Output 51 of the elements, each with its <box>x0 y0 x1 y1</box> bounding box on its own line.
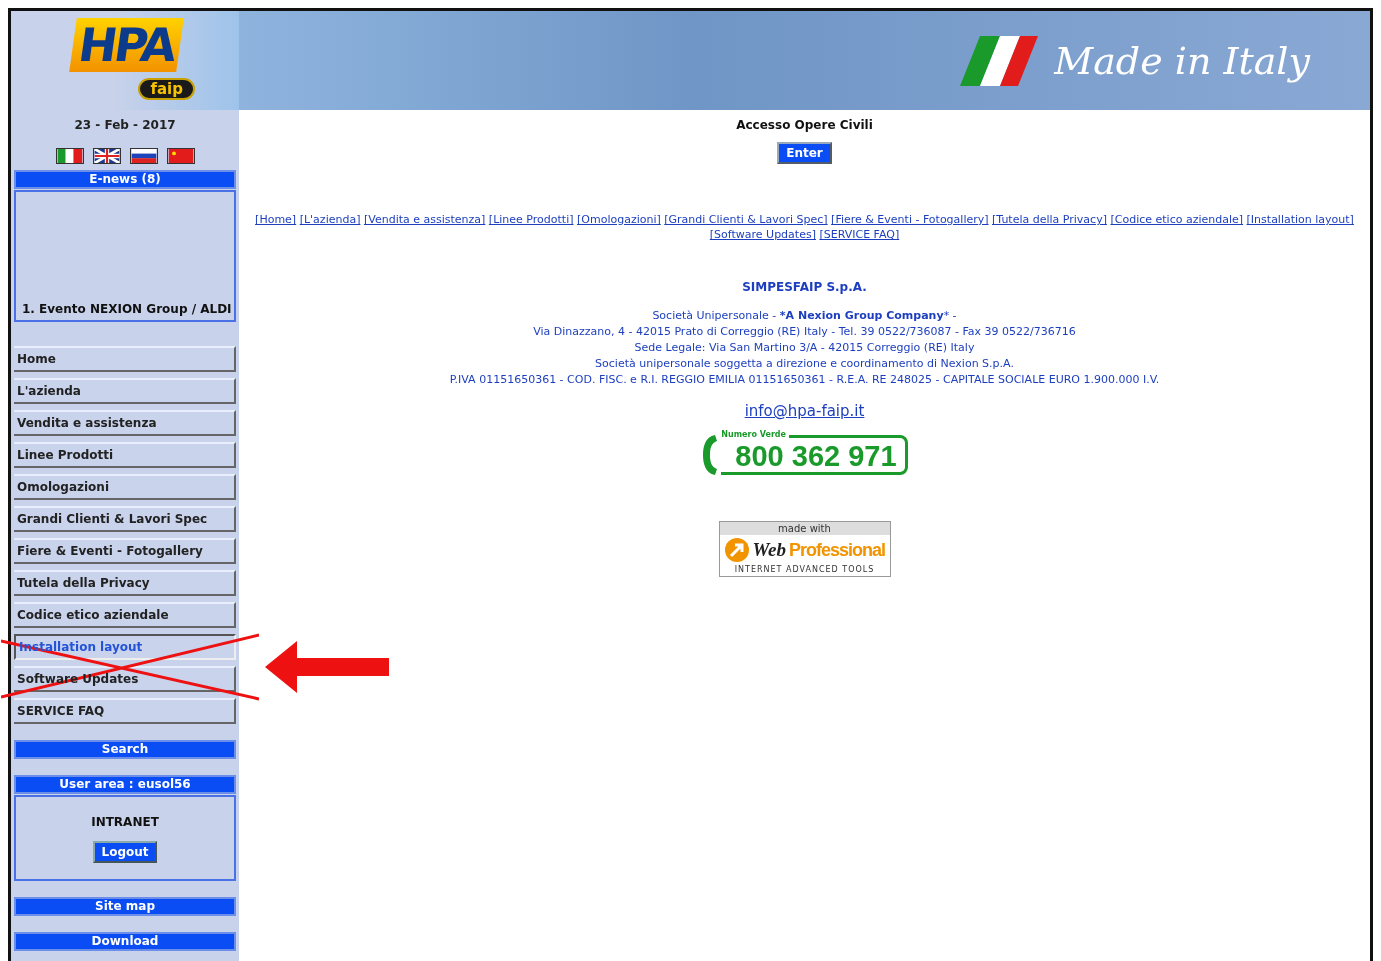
made-with-badge[interactable]: made with Web Professional INTERNET ADVANCED TOOLS <box>718 520 891 577</box>
site-map-button[interactable]: Site map <box>14 897 236 916</box>
menu-item[interactable]: Fiere & Eventi - Fotogallery <box>14 538 236 564</box>
nav-link[interactable]: [Tutela della Privacy] <box>992 213 1107 226</box>
menu-item[interactable]: Linee Prodotti <box>14 442 236 468</box>
nav-link[interactable]: [Omologazioni] <box>577 213 661 226</box>
nav-link[interactable]: [L'azienda] <box>299 213 361 226</box>
menu-item[interactable]: Software Updates <box>14 666 236 692</box>
address-line: Società unipersonale soggetta a direzione e coordinamento di Nexion S.p.A. <box>594 356 1015 372</box>
logout-button[interactable]: Logout <box>93 841 157 863</box>
search-button[interactable]: Search <box>14 740 236 759</box>
nav-link[interactable]: [Fiere & Eventi - Fotogallery] <box>831 213 989 226</box>
address-line: Sede Legale: Via San Martino 3/A - 42015 Correggio (RE) Italy <box>633 340 976 356</box>
page-title: Accesso Opere Civili <box>736 117 873 134</box>
nav-link[interactable]: [Home] <box>255 213 297 226</box>
pointer-arrow-icon <box>265 641 389 693</box>
flag-icon[interactable] <box>55 148 84 164</box>
download-button[interactable]: Download <box>14 932 236 951</box>
menu-item[interactable]: L'azienda <box>14 378 236 404</box>
menu-item[interactable]: Omologazioni <box>14 474 236 500</box>
toll-free-number-graphic: Numero Verde 800 362 971 <box>701 432 908 477</box>
flag-icon[interactable] <box>129 148 158 164</box>
company-logo: HPA faip <box>55 15 195 106</box>
company-name: SIMPESFAIP S.p.A. <box>742 279 867 296</box>
menu-item[interactable]: Grandi Clienti & Lavori Spec <box>14 506 236 532</box>
nav-link[interactable]: [Software Updates] <box>709 228 816 241</box>
user-area-header: User area : eusol56 <box>14 775 236 794</box>
flag-icon[interactable] <box>92 148 121 164</box>
email-link[interactable]: info@hpa-faip.it <box>744 400 865 423</box>
intranet-label: INTRANET <box>91 814 159 831</box>
news-ticker-text[interactable]: 1. Evento NEXION Group / ALDI <box>22 300 232 318</box>
phone-handset-icon <box>701 432 720 477</box>
enews-header: E-news (8) <box>14 170 236 189</box>
nav-link[interactable]: [Installation layout] <box>1246 213 1354 226</box>
nav-link[interactable]: [Vendita e assistenza] <box>363 213 486 226</box>
nav-link[interactable]: [Codice etico aziendale] <box>1110 213 1244 226</box>
menu-item[interactable]: Codice etico aziendale <box>14 602 236 628</box>
nav-link[interactable]: [Linee Prodotti] <box>488 213 574 226</box>
flag-icon[interactable] <box>166 148 195 164</box>
nav-link[interactable]: [SERVICE FAQ] <box>819 228 900 241</box>
nav-link[interactable]: [Grandi Clienti & Lavori Spec] <box>664 213 828 226</box>
address-line: P.IVA 01151650361 - COD. FISC. e R.I. REGGIO EMILIA 01151650361 - R.E.A. RE 248025 - CAPITALE SOCIALE EURO 1.900.000 I.V. <box>449 372 1160 388</box>
menu-item[interactable]: SERVICE FAQ <box>14 698 236 724</box>
menu-item[interactable]: Vendita e assistenza <box>14 410 236 436</box>
date-text: 23 - Feb - 2017 <box>73 117 177 134</box>
menu-item[interactable]: Home <box>14 346 236 372</box>
address-line: Società Unipersonale - *A Nexion Group Company* - <box>651 308 958 324</box>
enter-button[interactable]: Enter <box>777 142 832 164</box>
menu-item[interactable]: Tutela della Privacy <box>14 570 236 596</box>
address-line: Via Dinazzano, 4 - 42015 Prato di Correggio (RE) Italy - Tel. 39 0522/736087 - Fax 39 0522/736716 <box>532 324 1077 340</box>
slogan-text: Made in Italy <box>1054 38 1310 83</box>
